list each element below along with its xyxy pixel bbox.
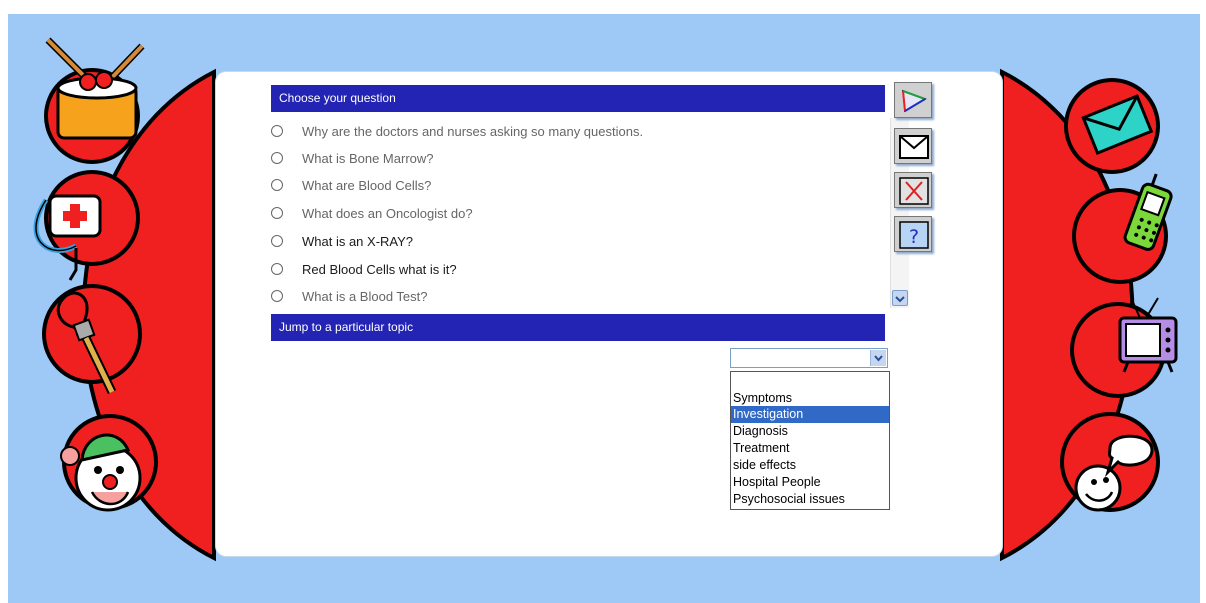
radio-button[interactable] — [271, 179, 283, 191]
scroll-down-button[interactable] — [892, 290, 908, 306]
radio-button[interactable] — [271, 235, 283, 247]
radio-button[interactable] — [271, 207, 283, 219]
topic-option[interactable]: side effects — [731, 457, 889, 474]
question-label: What is an X-RAY? — [302, 233, 414, 249]
compass-icon — [902, 89, 927, 113]
chevron-down-icon — [874, 355, 883, 362]
jump-topic-header: Jump to a particular topic — [271, 314, 885, 341]
question-label: What are Blood Cells? — [302, 177, 432, 193]
question-item[interactable]: What does an Oncologist do? — [271, 202, 473, 224]
topic-option[interactable]: Hospital People — [731, 474, 889, 491]
help-label: ? — [909, 226, 919, 248]
topic-select[interactable] — [730, 348, 888, 368]
question-item[interactable]: Why are the doctors and nurses asking so… — [271, 120, 643, 142]
question-label: Red Blood Cells what is it? — [302, 261, 457, 277]
choose-question-header: Choose your question — [271, 85, 885, 112]
radio-button[interactable] — [271, 125, 283, 137]
topic-option[interactable]: Diagnosis — [731, 423, 889, 440]
help-button[interactable]: ? — [894, 216, 932, 252]
compass-button[interactable] — [894, 82, 932, 118]
question-label: What does an Oncologist do? — [302, 205, 473, 221]
question-item[interactable]: Red Blood Cells what is it? — [271, 258, 457, 280]
close-icon — [899, 177, 929, 205]
email-icon — [899, 135, 929, 159]
radio-button[interactable] — [271, 290, 283, 302]
drum-icon — [45, 37, 145, 140]
topic-option[interactable]: Symptoms — [731, 390, 889, 407]
help-icon: ? — [899, 221, 929, 249]
close-button[interactable] — [894, 172, 932, 208]
question-label: What is Bone Marrow? — [302, 150, 434, 166]
topic-dropdown-list: Symptoms Investigation Diagnosis Treatme… — [730, 371, 890, 510]
chevron-down-icon — [895, 296, 905, 303]
question-item[interactable]: What are Blood Cells? — [271, 174, 431, 196]
question-label: Why are the doctors and nurses asking so… — [302, 123, 644, 139]
question-list: Why are the doctors and nurses asking so… — [271, 118, 889, 308]
topic-option[interactable]: Psychosocial issues — [731, 491, 889, 508]
radio-button[interactable] — [271, 152, 283, 164]
topic-select-arrow[interactable] — [870, 350, 886, 366]
question-item[interactable]: What is a Blood Test? — [271, 285, 428, 307]
question-item[interactable]: What is an X-RAY? — [271, 230, 413, 252]
radio-button[interactable] — [271, 263, 283, 275]
topic-option-selected[interactable]: Investigation — [731, 406, 889, 423]
question-item[interactable]: What is Bone Marrow? — [271, 147, 434, 169]
topic-option[interactable]: Treatment — [731, 440, 889, 457]
question-label: What is a Blood Test? — [302, 288, 428, 304]
email-button[interactable] — [894, 128, 932, 164]
